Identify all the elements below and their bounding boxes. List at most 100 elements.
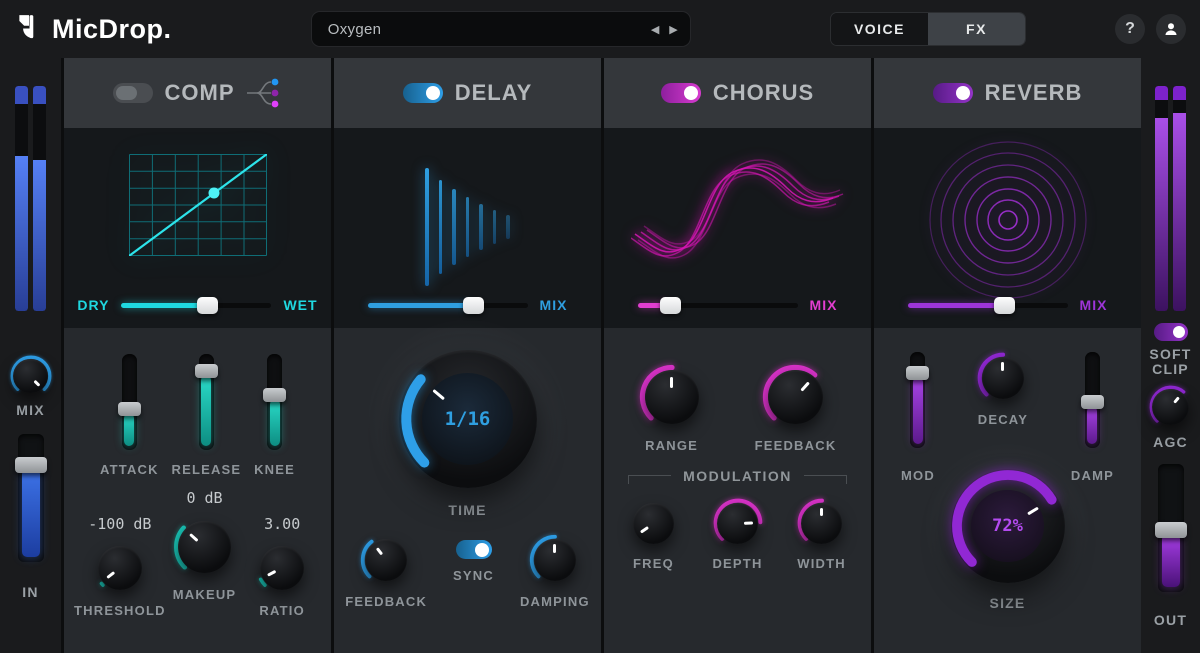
ratio-value: 3.00: [264, 515, 300, 533]
reverb-title: REVERB: [985, 80, 1083, 106]
sync-label: SYNC: [453, 568, 494, 583]
reverb-mix-slider[interactable]: [908, 296, 1068, 314]
decay-label: DECAY: [978, 412, 1028, 427]
agc-knob[interactable]: [1149, 385, 1193, 429]
input-label: IN: [22, 584, 38, 600]
soft-clip-toggle[interactable]: [1154, 323, 1188, 341]
chorus-mix-row: MIX: [604, 296, 871, 314]
chorus-mix-handle[interactable]: [660, 297, 681, 314]
threshold-knob[interactable]: [93, 541, 147, 595]
comp-drywet-handle[interactable]: [197, 297, 218, 314]
range-knob[interactable]: [639, 364, 705, 430]
delay-section: DELAY MIX: [331, 58, 601, 653]
delay-feedback-knob[interactable]: [360, 534, 412, 586]
threshold-value: -100 dB: [88, 515, 151, 533]
makeup-label: MAKEUP: [173, 587, 237, 602]
comp-title: COMP: [165, 80, 235, 106]
preset-name: Oxygen: [328, 21, 651, 38]
top-bar: MicDrop. Oxygen ◀ ▶ VOICE FX ?: [0, 0, 1200, 58]
attack-handle[interactable]: [118, 402, 141, 416]
sync-toggle[interactable]: [456, 540, 492, 559]
comp-toggle[interactable]: [113, 83, 153, 103]
delay-feedback-group: FEEDBACK: [345, 534, 427, 609]
range-group: RANGE: [639, 364, 705, 453]
chorus-feedback-label: FEEDBACK: [755, 438, 837, 453]
freq-knob[interactable]: [628, 498, 678, 548]
damping-group: DAMPING: [520, 534, 590, 609]
knee-handle[interactable]: [263, 388, 286, 402]
main-area: MIX IN COMP: [0, 58, 1200, 653]
delay-controls: 1/16 TIME FEEDBACK: [334, 328, 601, 653]
help-button[interactable]: ?: [1115, 14, 1145, 44]
input-gain-slider[interactable]: [18, 434, 44, 562]
knee-slider[interactable]: [267, 354, 282, 450]
comp-visualizer: DRY WET: [64, 128, 331, 328]
ratio-label: RATIO: [259, 603, 304, 618]
damp-handle[interactable]: [1081, 395, 1104, 409]
question-icon: ?: [1125, 20, 1135, 38]
chorus-wave-graphic: [631, 150, 845, 286]
depth-knob[interactable]: [713, 498, 763, 548]
output-meter-left: [1155, 86, 1168, 311]
global-mix-knob[interactable]: [10, 355, 52, 397]
reverb-mix-label: MIX: [1080, 297, 1108, 313]
release-label: RELEASE: [171, 462, 241, 477]
modulation-label: MODULATION: [671, 468, 804, 484]
chorus-visualizer: MIX: [604, 128, 871, 328]
chorus-mix-slider[interactable]: [638, 296, 798, 314]
input-rail: MIX IN: [0, 58, 61, 653]
chorus-toggle[interactable]: [661, 83, 701, 103]
knee-label: KNEE: [254, 462, 295, 477]
signal-split-icon: [247, 72, 283, 114]
output-gain-slider[interactable]: [1158, 464, 1184, 592]
chorus-feedback-knob[interactable]: [762, 364, 828, 430]
freq-group: FREQ: [628, 498, 678, 571]
account-button[interactable]: [1156, 14, 1186, 44]
release-handle[interactable]: [195, 364, 218, 378]
delay-taps-graphic: [425, 152, 510, 302]
reverb-section: REVERB: [871, 58, 1141, 653]
decay-knob[interactable]: [977, 352, 1029, 404]
reverb-controls: MOD DECAY DAMP: [874, 328, 1141, 653]
preset-selector[interactable]: Oxygen ◀ ▶: [311, 11, 691, 47]
comp-drywet-row: DRY WET: [64, 296, 331, 314]
tab-fx[interactable]: FX: [928, 13, 1025, 45]
input-gain-handle[interactable]: [15, 457, 47, 473]
global-mix-label: MIX: [16, 402, 45, 418]
freq-label: FREQ: [633, 556, 674, 571]
output-meters: [1155, 86, 1186, 311]
makeup-knob[interactable]: [173, 515, 237, 579]
decay-group: DECAY: [977, 352, 1029, 427]
output-gain-handle[interactable]: [1155, 522, 1187, 538]
ratio-knob[interactable]: [255, 541, 309, 595]
user-icon: [1163, 21, 1179, 37]
reverb-toggle[interactable]: [933, 83, 973, 103]
size-knob[interactable]: 72%: [951, 469, 1065, 583]
tab-voice[interactable]: VOICE: [831, 13, 928, 45]
output-meter-right: [1173, 86, 1186, 311]
comp-controls: ATTACK RELEASE KNEE: [64, 328, 331, 653]
micdrop-logo-icon: [16, 14, 42, 44]
input-meter-left: [15, 86, 28, 311]
threshold-knob-group: -100 dB THRESHOLD: [74, 515, 166, 618]
damping-knob[interactable]: [529, 534, 581, 586]
delay-toggle[interactable]: [403, 83, 443, 103]
reverb-mix-handle[interactable]: [994, 297, 1015, 314]
release-slider[interactable]: [199, 354, 214, 450]
mod-handle[interactable]: [906, 366, 929, 380]
preset-next-icon[interactable]: ▶: [669, 23, 677, 36]
attack-slider[interactable]: [122, 354, 137, 450]
reverb-rings-graphic: [928, 140, 1088, 300]
plugin-window: MicDrop. Oxygen ◀ ▶ VOICE FX ?: [0, 0, 1200, 653]
damping-label: DAMPING: [520, 594, 590, 609]
comp-drywet-slider[interactable]: [121, 296, 271, 314]
threshold-label: THRESHOLD: [74, 603, 166, 618]
preset-prev-icon[interactable]: ◀: [651, 23, 659, 36]
time-knob[interactable]: 1/16: [399, 350, 537, 488]
comp-curve-graphic: [129, 154, 267, 256]
agc-label: AGC: [1153, 434, 1188, 450]
reverb-header: REVERB: [874, 58, 1141, 128]
depth-label: DEPTH: [712, 556, 762, 571]
width-knob[interactable]: [797, 498, 847, 548]
width-label: WIDTH: [797, 556, 846, 571]
